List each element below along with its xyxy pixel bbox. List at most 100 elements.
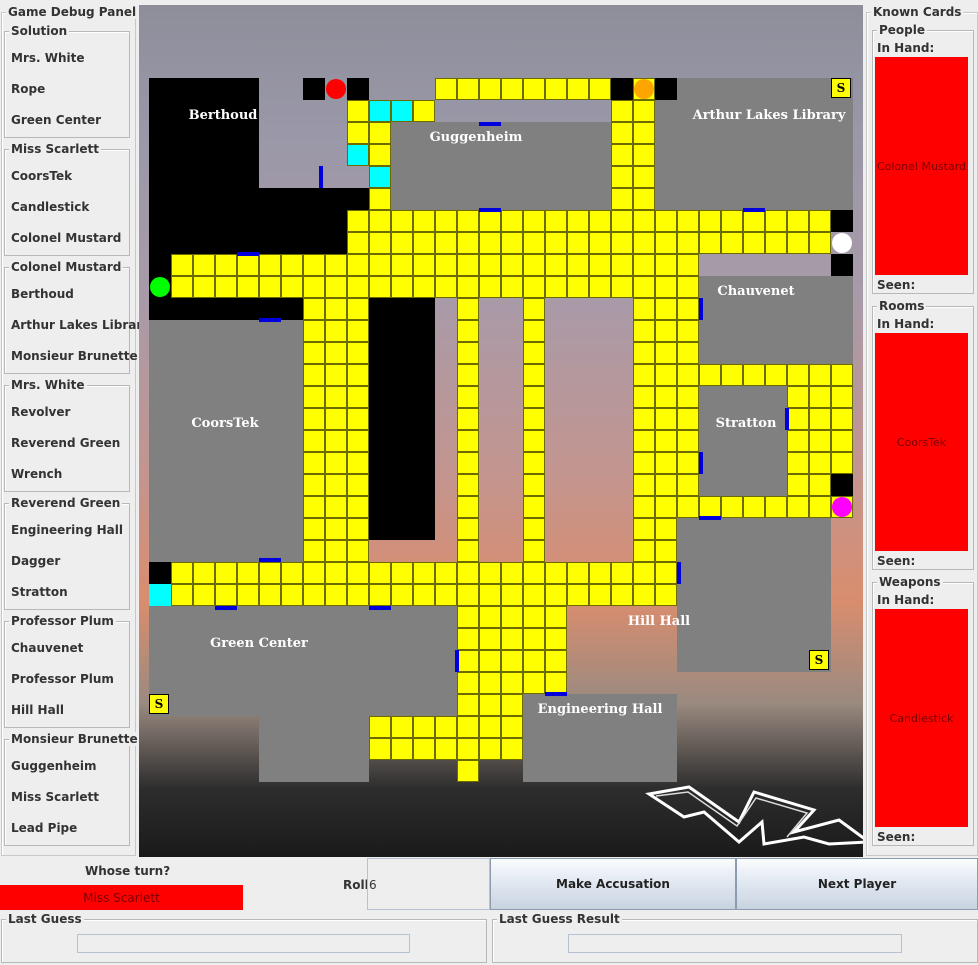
hallway-cell[interactable] xyxy=(457,254,479,276)
hallway-cell[interactable] xyxy=(633,364,655,386)
hallway-cell[interactable] xyxy=(347,584,369,606)
hallway-cell[interactable] xyxy=(523,298,545,320)
hallway-cell[interactable] xyxy=(347,518,369,540)
hallway-cell[interactable] xyxy=(435,210,457,232)
hallway-cell[interactable] xyxy=(501,694,523,716)
hallway-cell[interactable] xyxy=(457,694,479,716)
hallway-cell[interactable] xyxy=(347,122,369,144)
hallway-cell[interactable] xyxy=(325,430,347,452)
hallway-cell[interactable] xyxy=(633,540,655,562)
weapons-card[interactable]: Candlestick xyxy=(875,609,968,827)
hallway-cell[interactable] xyxy=(501,584,523,606)
hallway-cell[interactable] xyxy=(303,276,325,298)
hallway-cell[interactable] xyxy=(567,584,589,606)
hallway-cell[interactable] xyxy=(809,474,831,496)
hallway-cell[interactable] xyxy=(501,254,523,276)
hallway-cell[interactable] xyxy=(765,210,787,232)
hallway-cell[interactable] xyxy=(545,254,567,276)
hallway-cell[interactable] xyxy=(831,364,853,386)
hallway-cell[interactable] xyxy=(633,320,655,342)
hallway-cell[interactable] xyxy=(347,144,369,166)
hallway-cell[interactable] xyxy=(655,298,677,320)
hallway-cell[interactable] xyxy=(457,628,479,650)
hallway-cell[interactable] xyxy=(237,562,259,584)
hallway-cell[interactable] xyxy=(501,716,523,738)
hallway-cell[interactable] xyxy=(611,210,633,232)
hallway-cell[interactable] xyxy=(457,474,479,496)
hallway-cell[interactable] xyxy=(545,650,567,672)
hallway-cell[interactable] xyxy=(501,78,523,100)
hallway-cell[interactable] xyxy=(457,276,479,298)
hallway-cell[interactable] xyxy=(633,122,655,144)
hallway-cell[interactable] xyxy=(171,254,193,276)
hallway-cell[interactable] xyxy=(523,452,545,474)
hallway-cell[interactable] xyxy=(523,78,545,100)
hallway-cell[interactable] xyxy=(523,430,545,452)
hallway-cell[interactable] xyxy=(303,408,325,430)
hallway-cell[interactable] xyxy=(743,364,765,386)
secret-passage[interactable]: S xyxy=(831,78,851,98)
hallway-cell[interactable] xyxy=(831,386,853,408)
hallway-cell[interactable] xyxy=(809,408,831,430)
hallway-cell[interactable] xyxy=(391,716,413,738)
hallway-cell[interactable] xyxy=(633,474,655,496)
hallway-cell[interactable] xyxy=(831,408,853,430)
hallway-cell[interactable] xyxy=(809,386,831,408)
hallway-cell[interactable] xyxy=(413,210,435,232)
hallway-cell[interactable] xyxy=(523,342,545,364)
hallway-cell[interactable] xyxy=(633,100,655,122)
hallway-cell[interactable] xyxy=(435,78,457,100)
hallway-cell[interactable] xyxy=(369,188,391,210)
hallway-cell[interactable] xyxy=(655,496,677,518)
hallway-cell[interactable] xyxy=(501,672,523,694)
hallway-cell[interactable] xyxy=(457,408,479,430)
hallway-cell[interactable] xyxy=(303,254,325,276)
hallway-cell[interactable] xyxy=(633,166,655,188)
hallway-cell[interactable] xyxy=(655,452,677,474)
hallway-cell[interactable] xyxy=(545,628,567,650)
hallway-cell[interactable] xyxy=(369,144,391,166)
hallway-cell[interactable] xyxy=(743,210,765,232)
hallway-cell[interactable] xyxy=(347,320,369,342)
hallway-cell[interactable] xyxy=(809,232,831,254)
hallway-cell[interactable] xyxy=(501,650,523,672)
hallway-cell[interactable] xyxy=(633,452,655,474)
hallway-cell[interactable] xyxy=(347,254,369,276)
hallway-cell[interactable] xyxy=(369,738,391,760)
hallway-cell[interactable] xyxy=(677,474,699,496)
hallway-cell[interactable] xyxy=(391,210,413,232)
hallway-cell[interactable] xyxy=(303,430,325,452)
hallway-cell[interactable] xyxy=(611,276,633,298)
hallway-cell[interactable] xyxy=(237,276,259,298)
hallway-cell[interactable] xyxy=(281,254,303,276)
hallway-cell[interactable] xyxy=(523,496,545,518)
hallway-cell[interactable] xyxy=(655,342,677,364)
hallway-cell[interactable] xyxy=(545,276,567,298)
hallway-cell[interactable] xyxy=(545,232,567,254)
hallway-cell[interactable] xyxy=(369,210,391,232)
hallway-cell[interactable] xyxy=(347,540,369,562)
hallway-cell[interactable] xyxy=(435,232,457,254)
hallway-cell[interactable] xyxy=(655,540,677,562)
hallway-cell[interactable] xyxy=(479,254,501,276)
hallway-cell[interactable] xyxy=(787,452,809,474)
hallway-cell[interactable] xyxy=(479,716,501,738)
hallway-cell[interactable] xyxy=(479,650,501,672)
hallway-cell[interactable] xyxy=(633,562,655,584)
hallway-cell[interactable] xyxy=(831,452,853,474)
hallway-cell[interactable] xyxy=(479,276,501,298)
hallway-cell[interactable] xyxy=(809,210,831,232)
hallway-cell[interactable] xyxy=(567,276,589,298)
hallway-cell[interactable] xyxy=(589,584,611,606)
hallway-cell[interactable] xyxy=(633,210,655,232)
hallway-cell[interactable] xyxy=(347,408,369,430)
hallway-cell[interactable] xyxy=(765,232,787,254)
hallway-cell[interactable] xyxy=(633,276,655,298)
hallway-cell[interactable] xyxy=(391,254,413,276)
hallway-cell[interactable] xyxy=(303,474,325,496)
hallway-cell[interactable] xyxy=(325,496,347,518)
hallway-cell[interactable] xyxy=(655,408,677,430)
hallway-cell[interactable] xyxy=(325,452,347,474)
hallway-cell[interactable] xyxy=(589,276,611,298)
hallway-cell[interactable] xyxy=(193,584,215,606)
